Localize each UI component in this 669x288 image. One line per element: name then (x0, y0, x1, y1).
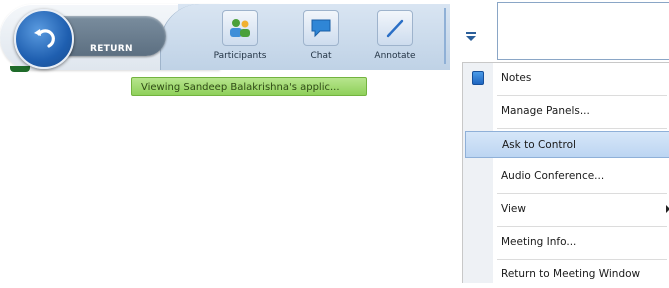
chat-icon (303, 10, 339, 46)
options-menu: Notes Manage Panels... Ask to Control Au… (462, 62, 669, 283)
menu-item-view-label: View (501, 203, 526, 215)
menu-icon-gutter (463, 63, 493, 283)
menu-separator (497, 128, 667, 129)
menu-item-view[interactable]: View (493, 196, 669, 223)
toolbar-divider (444, 8, 446, 64)
dropdown-menu-button[interactable] (458, 20, 484, 52)
participants-label: Participants (213, 51, 267, 61)
dropdown-menu-icon (466, 32, 476, 41)
menu-item-ask-to-control[interactable]: Ask to Control (465, 131, 669, 158)
annotate-label: Annotate (374, 51, 416, 61)
return-label: RETURN (90, 44, 133, 54)
side-panel-area (497, 2, 669, 60)
notes-icon (472, 71, 484, 85)
return-arrow-icon[interactable] (14, 9, 74, 69)
participants-icon (222, 10, 258, 46)
menu-item-manage-panels[interactable]: Manage Panels... (493, 98, 669, 125)
chat-button[interactable]: Chat (293, 10, 349, 61)
menu-separator (497, 95, 667, 96)
viewing-status-tooltip: Viewing Sandeep Balakrishna's applic... (131, 77, 367, 96)
annotate-button[interactable]: Annotate (367, 10, 423, 61)
menu-item-return-to-meeting-window[interactable]: Return to Meeting Window (493, 261, 669, 288)
menu-item-notes[interactable]: Notes (493, 65, 669, 92)
menu-item-meeting-info[interactable]: Meeting Info... (493, 229, 669, 256)
participants-button[interactable]: Participants (212, 10, 268, 61)
chat-label: Chat (310, 51, 332, 61)
menu-separator (497, 226, 667, 227)
menu-item-audio-conference[interactable]: Audio Conference... (493, 163, 669, 190)
menu-separator (497, 259, 667, 260)
annotate-icon (377, 10, 413, 46)
menu-separator (497, 193, 667, 194)
meeting-toolbar: RETURN Participants Chat Annotate (0, 0, 450, 74)
